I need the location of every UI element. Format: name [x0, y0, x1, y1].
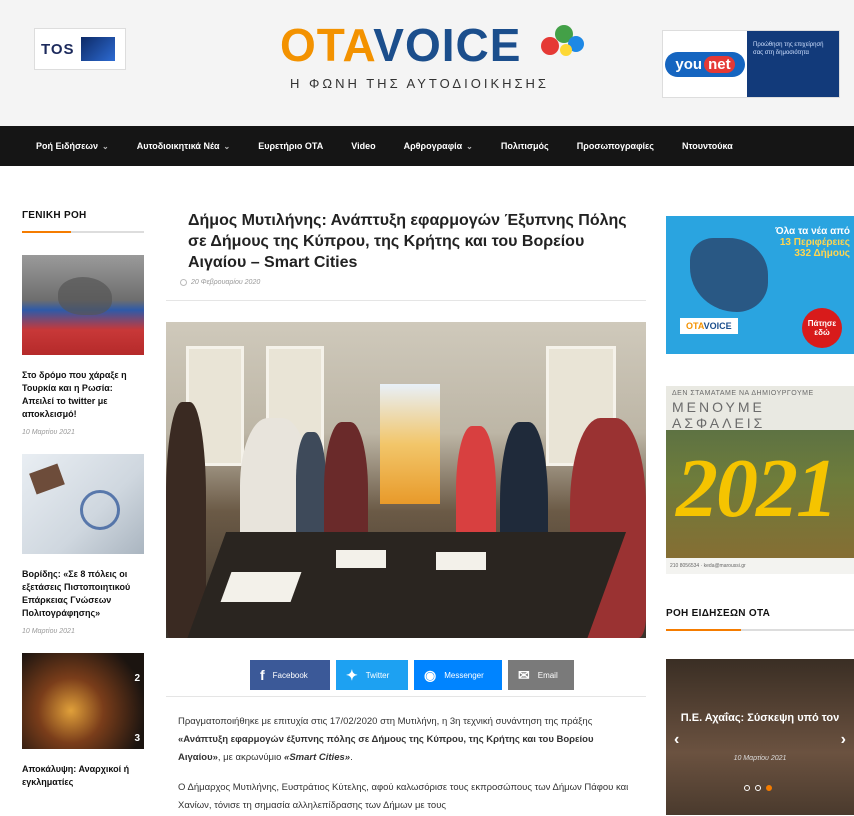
nav-item-ota-index[interactable]: Ευρετήριο ΟΤΑ [258, 141, 323, 151]
thumb-label-number: 3 [134, 733, 140, 744]
ad-year: 2021 [676, 442, 838, 535]
slider-dot[interactable] [744, 785, 750, 791]
email-icon: ✉ [518, 666, 530, 683]
younet-logo: you net [663, 31, 747, 97]
nav-item-profiles[interactable]: Προσωπογραφίες [577, 141, 654, 151]
right-sidebar: Όλα τα νέα από 13 Περιφέρειες 332 Δήμους… [666, 216, 854, 815]
facebook-icon: f [260, 667, 265, 683]
twitter-bird-image [58, 277, 112, 315]
younet-brand-you: you [675, 55, 703, 73]
slider-dot[interactable] [755, 785, 761, 791]
ad-headline: ΔΕΝ ΣΤΑΜΑΤΑΜΕ ΝΑ ΔΗΜΙΟΥΡΓΟΥΜΕ [672, 390, 814, 397]
tos-ad-banner[interactable]: TOS [34, 28, 126, 70]
post-thumbnail[interactable] [22, 255, 144, 355]
logo-splash-icon [541, 25, 584, 56]
article-body: Πραγματοποιήθηκε με επιτυχία στις 17/02/… [166, 696, 646, 816]
news-slider[interactable]: ‹ › Π.Ε. Αχαΐας: Σύσκεψη υπό τον 10 Μαρτ… [666, 659, 854, 815]
thumb-label-number: 2 [134, 673, 140, 684]
article: Δήμος Μυτιλήνης: Ανάπτυξη εφαρμογών Έξυπ… [166, 196, 646, 811]
younet-brand-net: net [704, 55, 735, 73]
nav-item-articles[interactable]: Αρθρογραφία ⌄ [404, 141, 473, 151]
chevron-right-icon[interactable]: › [841, 731, 846, 749]
ad-header: ΔΕΝ ΣΤΑΜΑΤΑΜΕ ΝΑ ΔΗΜΙΟΥΡΓΟΥΜΕ ΜΕΝΟΥΜΕ ΑΣ… [666, 386, 854, 431]
stamp-handle-image [29, 463, 65, 495]
younet-ad-banner[interactable]: you net Προώθηση της επιχείρησή σας στη δ… [662, 30, 840, 98]
ota-news-feed: ΡΟΗ ΕΙΔΗΣΕΩΝ ΟΤΑ ‹ › Π.Ε. Αχαΐας: Σύσκεψ… [666, 608, 854, 815]
nav-item-megaphone[interactable]: Ντουντούκα [682, 141, 733, 151]
twitter-share-button[interactable]: ✦ Twitter [336, 660, 408, 690]
messenger-share-button[interactable]: ◉ Messenger [414, 660, 502, 690]
section-divider [666, 629, 854, 631]
younet-ad-text: Προώθηση της επιχείρησή σας στη δημοσιότ… [747, 31, 839, 97]
slide-title[interactable]: Π.Ε. Αχαΐας: Σύσκεψη υπό τον [666, 711, 854, 725]
otavoice-mini-logo: OTAVOICE [680, 318, 738, 334]
tos-ad-text: TOS [41, 40, 75, 58]
twitter-icon: ✦ [346, 666, 358, 683]
facebook-share-button[interactable]: f Facebook [250, 660, 330, 690]
ad-footer: 210 8056534 · keda@maroussi.gr [666, 558, 854, 574]
article-paragraph: Ο Δήμαρχος Μυτιλήνης, Ευστράτιος Κύτελης… [178, 782, 629, 811]
nav-item-video[interactable]: Video [351, 141, 375, 151]
share-buttons: f Facebook ✦ Twitter ◉ Messenger ✉ Email [250, 660, 574, 690]
banner-image [380, 384, 440, 504]
tos-ad-image [80, 37, 115, 61]
slider-dot-active[interactable] [766, 785, 772, 791]
otavoice-promo-ad[interactable]: Όλα τα νέα από 13 Περιφέρειες 332 Δήμους… [666, 216, 854, 354]
chevron-down-icon: ⌄ [223, 142, 231, 151]
article-meta: 20 Φεβρουαρίου 2020 [180, 279, 646, 286]
chevron-left-icon[interactable]: ‹ [674, 731, 679, 749]
nav-item-culture[interactable]: Πολιτισμός [501, 141, 549, 151]
paper-image [220, 572, 302, 602]
post-title-link[interactable]: Αποκάλυψη: Αναρχικοί ή εγκληματίες [22, 763, 144, 789]
logo-tagline: Η ΦΩΝΗ ΤΗΣ ΑΥΤΟΔΙΟΙΚΗΣΗΣ [290, 76, 549, 91]
logo-voice: VOICE [373, 19, 522, 71]
post-title-link[interactable]: Στο δρόμο που χάραξε η Τουρκία και η Ρωσ… [22, 369, 144, 421]
messenger-icon: ◉ [424, 666, 437, 683]
main-navigation: Ροή Ειδήσεων ⌄ Αυτοδιοικητικά Νέα ⌄ Ευρετή… [0, 126, 854, 166]
section-title-ota-feed: ΡΟΗ ΕΙΔΗΣΕΩΝ ΟΤΑ [666, 608, 771, 619]
paper-image [336, 550, 386, 568]
nav-item-news-feed[interactable]: Ροή Ειδήσεων ⌄ [36, 141, 109, 151]
clock-icon [180, 279, 187, 286]
post-thumbnail[interactable] [22, 454, 144, 554]
email-share-button[interactable]: ✉ Email [508, 660, 574, 690]
post-date: 10 Μαρτίου 2021 [22, 429, 75, 436]
nav-item-local-gov-news[interactable]: Αυτοδιοικητικά Νέα ⌄ [137, 141, 231, 151]
article-paragraph: Πραγματοποιήθηκε με επιτυχία στις 17/02/… [178, 716, 594, 763]
list-item[interactable]: Βορίδης: «Σε 8 πόλεις οι εξετάσεις Πιστο… [22, 454, 144, 635]
slide-date: 10 Μαρτίου 2021 [733, 755, 787, 762]
list-item[interactable]: Στο δρόμο που χάραξε η Τουρκία και η Ρωσ… [22, 255, 144, 436]
post-thumbnail[interactable]: 2 3 [22, 653, 144, 749]
logo-ota: OTA [280, 19, 374, 71]
paper-image [436, 552, 486, 570]
promo-text: Όλα τα νέα από 13 Περιφέρειες 332 Δήμους [775, 226, 850, 259]
list-item[interactable]: 2 3 Αποκάλυψη: Αναρχικοί ή εγκληματίες [22, 653, 144, 789]
post-title-link[interactable]: Βορίδης: «Σε 8 πόλεις οι εξετάσεις Πιστο… [22, 568, 144, 620]
keda-2021-ad[interactable]: ΔΕΝ ΣΤΑΜΑΤΑΜΕ ΝΑ ΔΗΜΙΟΥΡΓΟΥΜΕ ΜΕΝΟΥΜΕ ΑΣ… [666, 386, 854, 574]
section-title-general-feed: ΓΕΝΙΚΗ ΡΟΗ [22, 210, 87, 221]
seal-image [80, 490, 120, 530]
article-featured-image [166, 322, 646, 638]
chevron-down-icon: ⌄ [466, 142, 473, 151]
press-here-button[interactable]: Πάτησε εδώ [802, 308, 842, 348]
slider-pagination [744, 785, 772, 791]
site-header: TOS OTAVOICE Η ΦΩΝΗ ΤΗΣ ΑΥΤΟΔΙΟΙΚΗΣΗΣ yo… [0, 0, 854, 126]
article-divider [166, 300, 646, 301]
general-feed-sidebar: ΓΕΝΙΚΗ ΡΟΗ Στο δρόμο που χάραξε η Τουρκί… [22, 210, 144, 789]
post-date: 10 Μαρτίου 2021 [22, 628, 75, 635]
article-title: Δήμος Μυτιλήνης: Ανάπτυξη εφαρμογών Έξυπ… [188, 212, 627, 271]
ad-subheadline: ΜΕΝΟΥΜΕ ΑΣΦΑΛΕΙΣ [672, 399, 766, 431]
article-date: 20 Φεβρουαρίου 2020 [191, 279, 261, 286]
chevron-down-icon: ⌄ [102, 142, 109, 151]
section-divider [22, 231, 144, 233]
